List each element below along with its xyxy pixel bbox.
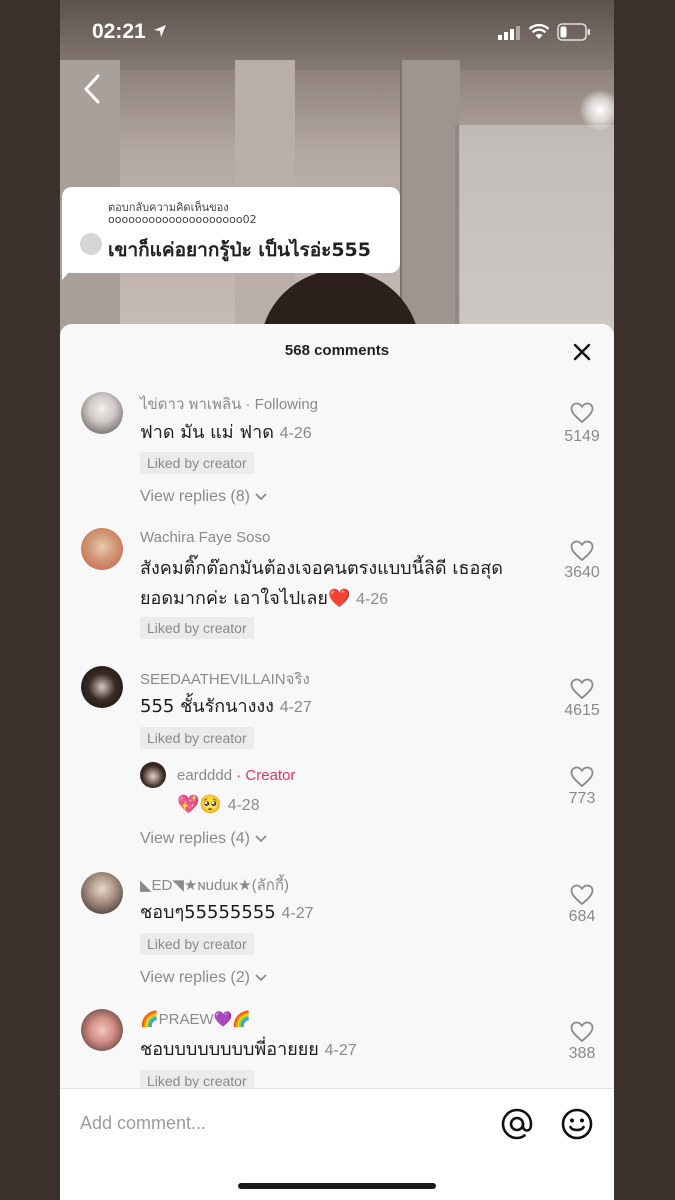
view-replies-button[interactable]: View replies (8) [140, 488, 268, 506]
liked-by-creator-badge: Liked by creator [140, 452, 254, 474]
comment-body: 555 ชั้นรักนางงง [140, 696, 274, 717]
comment-text: ยอดมากค่ะ เอาใจไปเลย❤️ 4-26 [140, 584, 388, 615]
comment-date: 4-26 [356, 591, 389, 608]
comment-body-line1: สังคมติ๊กต๊อกมันต้องเจอคนตรงแบบนี้ลิดี เ… [140, 558, 503, 579]
comment-username[interactable]: ◣ED◥★ɴuduĸ★(ลักกี้) [140, 873, 289, 897]
comment-username[interactable]: 🌈PRAEW💜🌈 [140, 1010, 251, 1028]
like-count: 388 [568, 1045, 596, 1062]
comments-count-title: 568 comments [284, 342, 390, 359]
phone-screen: 02:21 ตอบกลับความคิดเห็นของ oooooooooooo… [60, 0, 614, 1200]
view-replies-label[interactable]: View replies (4) [140, 830, 250, 847]
add-comment-input[interactable] [80, 1103, 480, 1143]
door-frame [400, 60, 460, 340]
like-count: 773 [568, 790, 596, 807]
comment-text: 555 ชั้นรักนางงง 4-27 [140, 692, 312, 723]
view-replies-button[interactable]: View replies (2) [140, 969, 268, 987]
reply-sticker-avatar [80, 233, 102, 255]
like-count: 5149 [564, 428, 600, 445]
signal-icon [498, 26, 520, 40]
reply-text: 💖🥺 4-28 [177, 790, 260, 821]
avatar[interactable] [81, 666, 123, 708]
status-time: 02:21 [92, 20, 146, 43]
ceiling-lamp [580, 90, 614, 130]
like-count: 3640 [564, 564, 600, 581]
reply-sticker: ตอบกลับความคิดเห็นของ oooooooooooooooooo… [62, 187, 400, 273]
home-indicator[interactable] [238, 1183, 436, 1189]
creator-avatar[interactable] [140, 762, 166, 788]
avatar[interactable] [81, 392, 123, 434]
reply-body: 💖🥺 [177, 794, 222, 815]
heart-icon[interactable] [570, 540, 594, 562]
username-text[interactable]: ไข่ดาว พาเพลิน [140, 396, 241, 413]
wifi-icon [528, 23, 550, 39]
comment-date: 4-27 [279, 699, 312, 716]
comment-bar [60, 1088, 614, 1200]
emoji-icon[interactable] [560, 1107, 594, 1141]
avatar[interactable] [81, 528, 123, 570]
comment-username[interactable]: SEEDAATHEVILLAINจริง [140, 667, 310, 691]
comment-text: สังคมติ๊กต๊อกมันต้องเจอคนตรงแบบนี้ลิดี เ… [140, 554, 503, 584]
reply-username[interactable]: eardddd · Creator [177, 767, 295, 784]
comment-date: 4-26 [279, 425, 312, 442]
heart-icon[interactable] [570, 766, 594, 788]
close-icon[interactable] [570, 340, 594, 364]
mention-icon[interactable] [500, 1107, 534, 1141]
view-replies-button[interactable]: View replies (4) [140, 830, 268, 848]
chevron-down-icon [255, 835, 268, 843]
comment-date: 4-27 [324, 1042, 357, 1059]
username-text[interactable]: eardddd [177, 767, 232, 784]
chevron-down-icon [255, 974, 268, 982]
back-chevron-icon[interactable] [78, 72, 108, 106]
like-count: 4615 [564, 702, 600, 719]
comment-date: 4-27 [281, 905, 314, 922]
following-tag: · Following [245, 396, 319, 413]
heart-icon[interactable] [570, 402, 594, 424]
comment-username[interactable]: ไข่ดาว พาเพลิน · Following [140, 392, 318, 416]
comment-text: ฟาด มัน แม่ ฟาด 4-26 [140, 418, 312, 449]
heart-icon[interactable] [570, 884, 594, 906]
liked-by-creator-badge: Liked by creator [140, 727, 254, 749]
comment-body-line2: ยอดมากค่ะ เอาใจไปเลย❤️ [140, 588, 351, 609]
avatar[interactable] [81, 1009, 123, 1051]
liked-by-creator-badge: Liked by creator [140, 933, 254, 955]
view-replies-label[interactable]: View replies (2) [140, 969, 250, 986]
heart-icon[interactable] [570, 1021, 594, 1043]
avatar[interactable] [81, 872, 123, 914]
reply-sticker-username: oooooooooooooooooooo02 [108, 213, 257, 226]
creator-tag: · Creator [236, 767, 296, 784]
shower-glass [455, 125, 614, 340]
location-arrow-icon [154, 25, 166, 37]
battery-icon [557, 23, 590, 41]
reply-sticker-text: เขาก็แค่อยากรู้ป่ะ เป็นไรอ่ะ555 [108, 239, 371, 261]
chevron-down-icon [255, 493, 268, 501]
comment-body: ฟาด มัน แม่ ฟาด [140, 422, 274, 443]
comments-panel: 568 comments ไข่ดาว พาเพลิน · Following … [60, 324, 614, 1200]
comment-username[interactable]: Wachira Faye Soso [140, 529, 270, 546]
liked-by-creator-badge: Liked by creator [140, 617, 254, 639]
reply-sticker-tail [62, 262, 78, 280]
comment-body: ชอบๆ55555555 [140, 902, 276, 923]
comment-text: ชอบๆ55555555 4-27 [140, 898, 314, 929]
heart-icon[interactable] [570, 678, 594, 700]
status-bar: 02:21 [60, 0, 614, 64]
view-replies-label[interactable]: View replies (8) [140, 488, 250, 505]
reply-date: 4-28 [227, 797, 260, 814]
comment-body: ชอบบบบบบบบพี่อายยย [140, 1039, 319, 1060]
like-count: 684 [568, 908, 596, 925]
comment-text: ชอบบบบบบบบพี่อายยย 4-27 [140, 1035, 357, 1066]
